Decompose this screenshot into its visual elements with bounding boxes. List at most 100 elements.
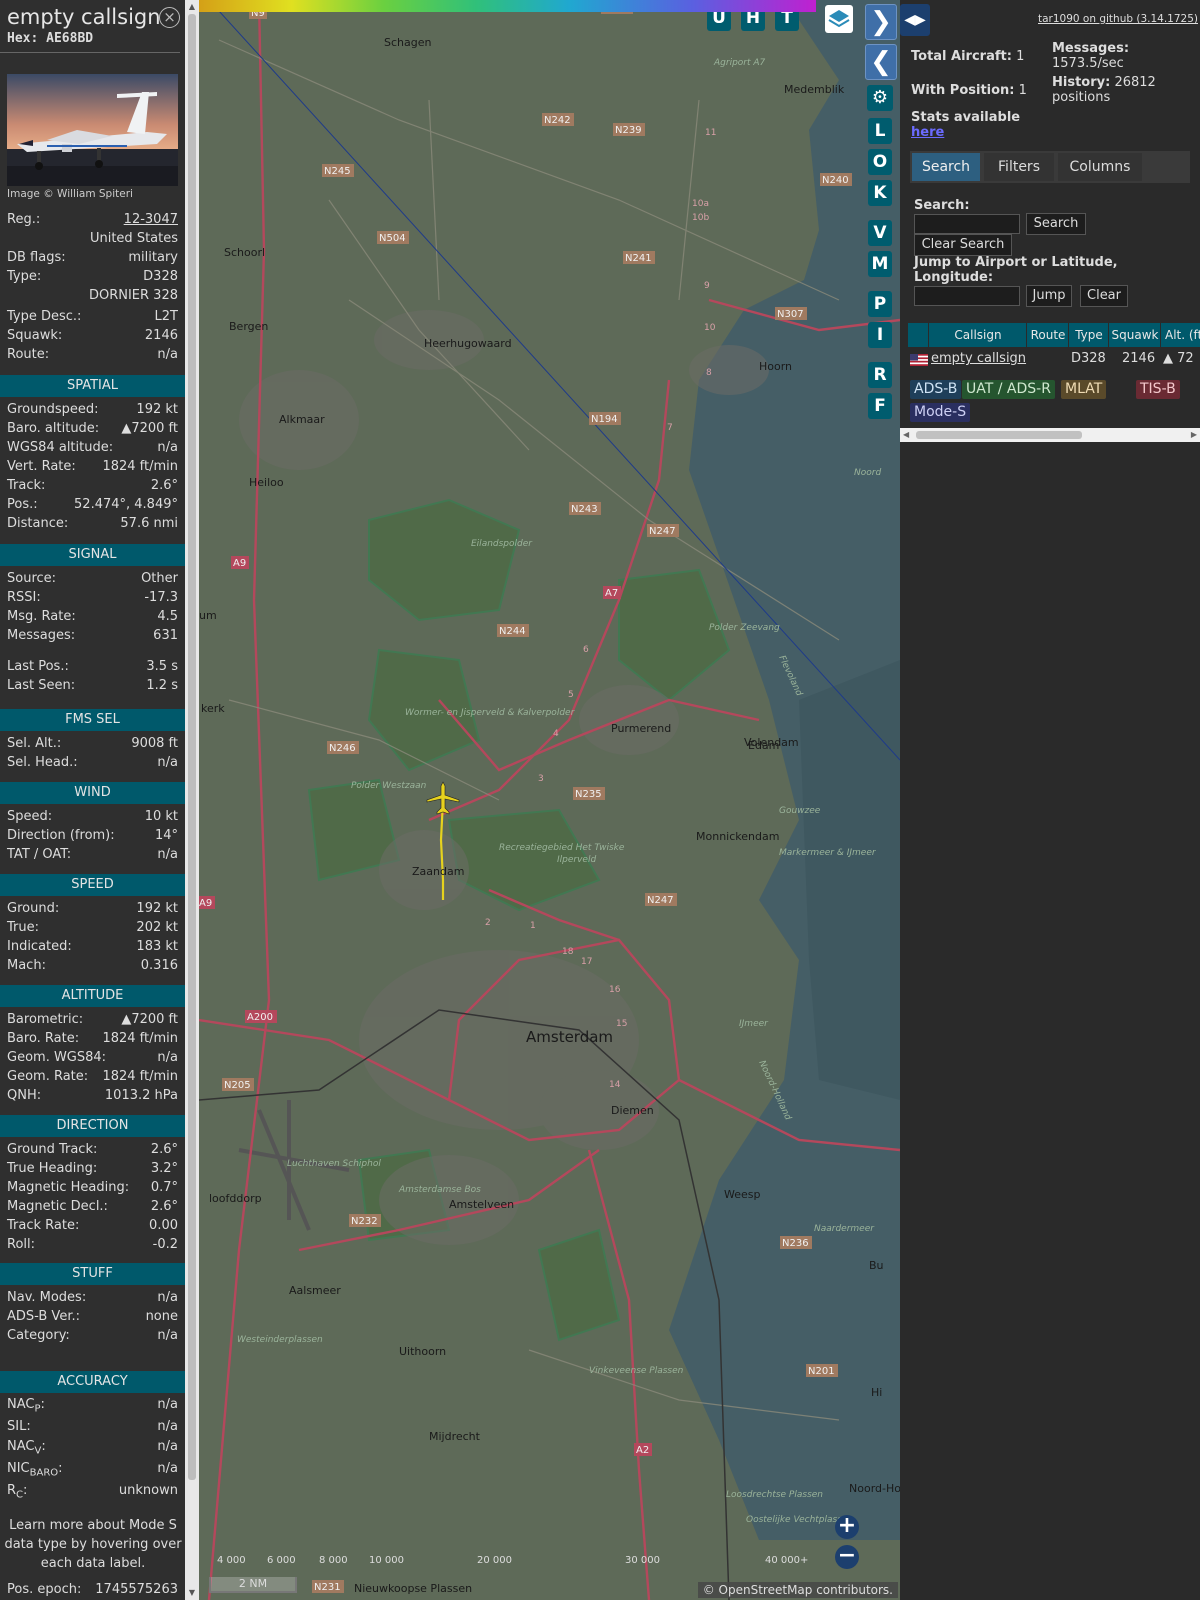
zoom-out-button[interactable]: −	[835, 1545, 859, 1569]
accuracy-label[interactable]: RC:	[7, 1483, 27, 1501]
info-scrollbar[interactable]: ▲ ▼	[185, 0, 199, 1600]
attribution-text[interactable]: © OpenStreetMap contributors.	[703, 1583, 893, 1597]
accuracy-label[interactable]: NACP:	[7, 1397, 45, 1415]
spatial-label[interactable]: Track:	[7, 478, 45, 493]
expand-toggle-icon[interactable]: ◀▶	[900, 4, 930, 36]
spatial-label[interactable]: Pos.:	[7, 497, 38, 512]
accuracy-label[interactable]: SIL:	[7, 1419, 31, 1434]
row-callsign[interactable]: empty callsign	[931, 349, 1026, 369]
wind-label[interactable]: Direction (from):	[7, 828, 115, 843]
map-side-button-5[interactable]: P	[868, 291, 892, 317]
hscroll-thumb[interactable]	[916, 431, 1082, 439]
map-side-button-4[interactable]: M	[868, 251, 892, 277]
overview-label[interactable]: Type:	[7, 269, 41, 284]
altitude-label[interactable]: Barometric:	[7, 1012, 83, 1027]
source-badge[interactable]: MLAT	[1061, 380, 1107, 399]
map-side-button-6[interactable]: I	[868, 322, 892, 348]
th-route[interactable]: Route	[1026, 323, 1069, 347]
scroll-down-arrow[interactable]: ▼	[185, 1586, 199, 1600]
source-badge[interactable]: TIS-B	[1136, 380, 1180, 399]
map-side-button-0[interactable]: L	[868, 118, 892, 144]
search-input[interactable]	[914, 214, 1020, 234]
signal-label[interactable]: Last Pos.:	[7, 659, 69, 674]
signal-label[interactable]: RSSI:	[7, 590, 41, 605]
th-flag[interactable]	[908, 323, 928, 347]
tab-search[interactable]: Search	[912, 153, 980, 181]
overview-label[interactable]: Squawk:	[7, 328, 62, 343]
overview-value[interactable]: 12-3047	[124, 212, 178, 227]
stuff-label[interactable]: ADS-B Ver.:	[7, 1309, 80, 1324]
speed-label[interactable]: True:	[7, 920, 39, 935]
close-info-button[interactable]: ×	[159, 7, 180, 28]
tab-filters[interactable]: Filters	[984, 153, 1054, 181]
map-side-button-2[interactable]: K	[868, 180, 892, 206]
spatial-label[interactable]: Vert. Rate:	[7, 459, 76, 474]
map-side-button-8[interactable]: F	[868, 393, 892, 419]
th-squawk[interactable]: Squawk	[1108, 323, 1161, 347]
direction-label[interactable]: Roll:	[7, 1237, 35, 1252]
signal-label[interactable]: Msg. Rate:	[7, 609, 76, 624]
direction-label[interactable]: Track Rate:	[7, 1218, 79, 1233]
spatial-label[interactable]: WGS84 altitude:	[7, 440, 113, 455]
spatial-label[interactable]: Groundspeed:	[7, 402, 98, 417]
aircraft-photo[interactable]	[7, 74, 178, 186]
tab-columns[interactable]: Columns	[1058, 153, 1142, 181]
scroll-left-arrow[interactable]: ◀	[903, 428, 909, 442]
source-badge[interactable]: ADS-B	[910, 380, 962, 399]
altitude-label[interactable]: Baro. Rate:	[7, 1031, 79, 1046]
spatial-label[interactable]: Baro. altitude:	[7, 421, 99, 436]
accuracy-label[interactable]: NICBARO:	[7, 1461, 63, 1479]
layers-icon[interactable]	[825, 5, 853, 33]
stats-here-link[interactable]: here	[911, 125, 944, 140]
wind-label[interactable]: TAT / OAT:	[7, 847, 71, 862]
direction-label[interactable]: Magnetic Decl.:	[7, 1199, 108, 1214]
clear-search-button[interactable]: Clear Search	[914, 234, 1012, 256]
direction-label[interactable]: Magnetic Heading:	[7, 1180, 129, 1195]
spatial-label[interactable]: Distance:	[7, 516, 68, 531]
th-callsign[interactable]: Callsign	[928, 323, 1027, 347]
settings-gear-icon[interactable]: ⚙	[867, 85, 893, 111]
th-altitude[interactable]: Alt. (ft)	[1160, 323, 1200, 347]
stuff-label[interactable]: Nav. Modes:	[7, 1290, 86, 1305]
speed-label[interactable]: Mach:	[7, 958, 46, 973]
altitude-label[interactable]: Geom. WGS84:	[7, 1050, 106, 1065]
signal-label[interactable]: Source:	[7, 571, 56, 586]
scroll-right-arrow[interactable]: ▶	[1191, 428, 1197, 442]
altitude-label[interactable]: QNH:	[7, 1088, 41, 1103]
stuff-label[interactable]: Category:	[7, 1328, 70, 1343]
wind-label[interactable]: Speed:	[7, 809, 52, 824]
source-badge[interactable]: UAT / ADS-R	[962, 380, 1055, 399]
fms-label[interactable]: Sel. Alt.:	[7, 736, 61, 751]
table-row[interactable]: empty callsign D328 2146 ▲ 72	[908, 349, 1200, 369]
signal-label[interactable]: Last Seen:	[7, 678, 75, 693]
overview-label[interactable]: Type Desc.:	[7, 309, 81, 324]
overview-label[interactable]: DB flags:	[7, 250, 66, 265]
overview-label[interactable]: Reg.:	[7, 212, 40, 227]
jump-input[interactable]	[914, 286, 1020, 306]
accuracy-label[interactable]: NACV:	[7, 1439, 46, 1457]
scroll-up-arrow[interactable]: ▲	[185, 0, 199, 14]
jump-button[interactable]: Jump	[1026, 285, 1072, 307]
direction-label[interactable]: True Heading:	[7, 1161, 97, 1176]
clear-button[interactable]: Clear	[1080, 285, 1128, 307]
map-side-button-3[interactable]: V	[868, 220, 892, 246]
map-view[interactable]: Schagen Medemblik Schoorl Bergen Heerhugowaa…	[199, 0, 900, 1600]
speed-label[interactable]: Indicated:	[7, 939, 72, 954]
altitude-label[interactable]: Geom. Rate:	[7, 1069, 88, 1084]
zoom-in-button[interactable]: +	[835, 1515, 859, 1539]
search-button[interactable]: Search	[1026, 213, 1086, 235]
scroll-thumb[interactable]	[188, 14, 196, 1480]
next-aircraft-button[interactable]: ❯	[865, 4, 897, 40]
source-badge[interactable]: Mode-S	[910, 403, 971, 422]
base-map[interactable]: Schagen Medemblik Schoorl Bergen Heerhugowaa…	[199, 0, 900, 1600]
table-horizontal-scrollbar[interactable]: ◀ ▶	[900, 428, 1200, 442]
speed-label[interactable]: Ground:	[7, 901, 59, 916]
direction-label[interactable]: Ground Track:	[7, 1142, 97, 1157]
th-type[interactable]: Type	[1068, 323, 1109, 347]
github-link[interactable]: tar1090 on github (3.14.1725)	[1038, 13, 1198, 25]
signal-label[interactable]: Messages:	[7, 628, 75, 643]
overview-label[interactable]: Route:	[7, 347, 49, 362]
map-side-button-1[interactable]: O	[868, 149, 892, 175]
fms-label[interactable]: Sel. Head.:	[7, 755, 78, 770]
previous-aircraft-button[interactable]: ❮	[865, 44, 897, 80]
